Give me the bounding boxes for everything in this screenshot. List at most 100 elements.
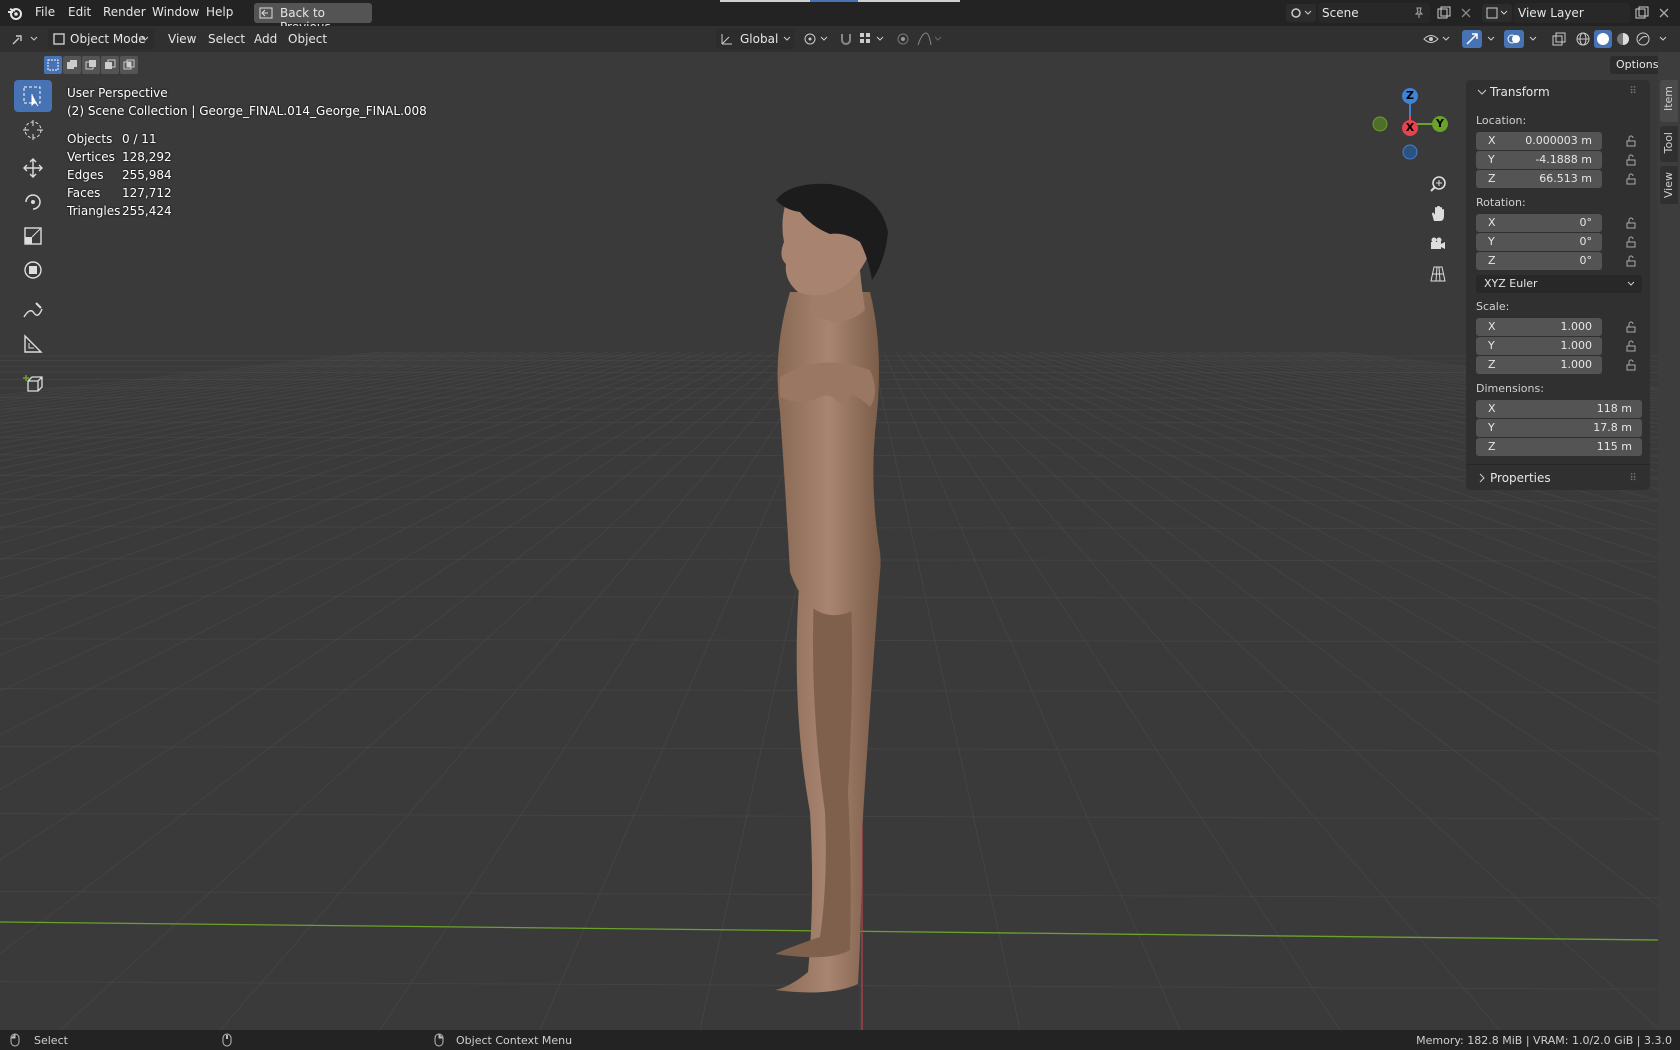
lock-icon[interactable] (1624, 339, 1638, 353)
scale-y-field[interactable]: Y 1.000 (1476, 337, 1602, 355)
move-tool[interactable] (14, 152, 52, 184)
shading-dropdown-icon[interactable] (1656, 30, 1670, 48)
menu-add[interactable]: Add (254, 32, 277, 46)
proportional-editing-icon[interactable] (894, 30, 912, 48)
overlays-toggle-icon[interactable] (1504, 30, 1524, 48)
dimensions-y-value: 17.8 m (1593, 421, 1632, 434)
navigation-gizmo[interactable]: Z Y X (1366, 86, 1448, 166)
drag-handle-icon[interactable]: ⠿ (1626, 84, 1640, 98)
tab-tool[interactable]: Tool (1660, 126, 1678, 162)
menu-window[interactable]: Window (152, 5, 199, 19)
location-y-field[interactable]: Y -4.1888 m (1476, 151, 1602, 169)
measure-tool[interactable] (14, 328, 52, 360)
menu-help[interactable]: Help (206, 5, 233, 19)
view-layer-field[interactable]: View Layer (1514, 3, 1630, 23)
rotate-tool[interactable] (14, 186, 52, 218)
select-new-icon[interactable] (44, 56, 62, 74)
menu-view[interactable]: View (168, 32, 196, 46)
select-intersect-icon[interactable] (120, 56, 138, 74)
gizmo-toggle-icon[interactable] (1462, 30, 1482, 48)
delete-scene-icon[interactable] (1458, 5, 1474, 21)
scale-z-field[interactable]: Z 1.000 (1476, 356, 1602, 374)
menu-file[interactable]: File (35, 5, 55, 19)
location-z-field[interactable]: Z 66.513 m (1476, 170, 1602, 188)
rotation-x-field[interactable]: X 0° (1476, 214, 1602, 232)
solid-shading-icon[interactable] (1594, 30, 1612, 48)
scene-name-field[interactable]: Scene (1318, 3, 1430, 23)
lock-icon[interactable] (1624, 235, 1638, 249)
rotation-y-field[interactable]: Y 0° (1476, 233, 1602, 251)
gizmo-z-axis[interactable]: Z (1402, 88, 1418, 104)
dimensions-y-field[interactable]: Y 17.8 m (1476, 419, 1642, 437)
rendered-shading-icon[interactable] (1634, 30, 1652, 48)
gizmo-x-axis[interactable]: X (1402, 120, 1418, 136)
select-invert-icon[interactable] (101, 56, 119, 74)
menu-edit[interactable]: Edit (68, 5, 91, 19)
menu-render[interactable]: Render (103, 5, 146, 19)
pin-icon[interactable] (1412, 6, 1426, 20)
scale-x-field[interactable]: X 1.000 (1476, 318, 1602, 336)
rotation-z-field[interactable]: Z 0° (1476, 252, 1602, 270)
tab-view[interactable]: View (1660, 166, 1678, 204)
scale-tool[interactable] (14, 220, 52, 252)
new-scene-icon[interactable] (1436, 5, 1452, 21)
tab-item[interactable]: Item (1660, 80, 1678, 122)
visibility-icon[interactable] (1422, 30, 1452, 48)
zoom-icon[interactable] (1426, 172, 1450, 196)
pivot-point-icon[interactable] (802, 30, 830, 48)
view-layer-browse-icon[interactable] (1482, 4, 1512, 22)
scene-browse-icon[interactable] (1286, 4, 1316, 22)
perspective-toggle-icon[interactable] (1426, 262, 1450, 286)
menu-object[interactable]: Object (288, 32, 327, 46)
delete-view-layer-icon[interactable] (1656, 5, 1672, 21)
rotation-mode-select[interactable]: XYZ Euler (1476, 275, 1642, 293)
lock-icon[interactable] (1624, 172, 1638, 186)
select-box-tool[interactable] (14, 80, 52, 112)
snap-target-icon[interactable] (858, 30, 886, 48)
annotate-tool[interactable] (14, 294, 52, 326)
select-subtract-icon[interactable] (82, 56, 100, 74)
cursor-tool[interactable] (14, 114, 52, 146)
3d-viewport[interactable]: Options User Perspective (2) Scene Colle… (0, 52, 1658, 1030)
transform-tool[interactable] (14, 254, 52, 286)
editor-type-icon[interactable] (10, 30, 40, 48)
view-layer-name: View Layer (1518, 6, 1584, 20)
pan-hand-icon[interactable] (1426, 202, 1450, 226)
transform-orientation-selector[interactable]: Global (716, 29, 794, 49)
falloff-icon[interactable] (916, 30, 944, 48)
material-preview-icon[interactable] (1614, 30, 1632, 48)
snap-icon[interactable] (836, 30, 856, 48)
camera-view-icon[interactable] (1426, 232, 1450, 256)
lock-icon[interactable] (1624, 320, 1638, 334)
gizmo-y-axis[interactable]: Y (1432, 116, 1448, 132)
options-dropdown[interactable]: Options (1610, 56, 1658, 74)
lock-icon[interactable] (1624, 153, 1638, 167)
gizmo-dropdown-icon[interactable] (1484, 30, 1498, 48)
xray-toggle-icon[interactable] (1550, 30, 1568, 48)
transform-panel-title[interactable]: Transform (1490, 85, 1550, 99)
dimensions-x-value: 118 m (1596, 402, 1632, 415)
overlays-dropdown-icon[interactable] (1526, 30, 1540, 48)
lock-icon[interactable] (1624, 216, 1638, 230)
lock-icon[interactable] (1624, 134, 1638, 148)
add-cube-tool[interactable] (14, 368, 52, 400)
properties-panel-title: Properties (1490, 471, 1551, 485)
lock-icon[interactable] (1624, 358, 1638, 372)
wireframe-shading-icon[interactable] (1574, 30, 1592, 48)
location-x-field[interactable]: X 0.000003 m (1476, 132, 1602, 150)
new-view-layer-icon[interactable] (1634, 5, 1650, 21)
active-workspace-tab[interactable] (810, 0, 858, 2)
drag-handle-icon[interactable]: ⠿ (1626, 471, 1640, 485)
blender-logo-icon[interactable] (6, 4, 24, 22)
select-extend-icon[interactable] (63, 56, 81, 74)
viewport-scene (0, 183, 1658, 1030)
back-to-previous-button[interactable]: Back to Previous (254, 3, 372, 34)
cursor-icon (23, 120, 43, 140)
chevron-down-icon[interactable] (1476, 86, 1488, 98)
properties-panel-header[interactable]: Properties ⠿ (1466, 464, 1650, 491)
dimensions-z-field[interactable]: Z 115 m (1476, 438, 1642, 456)
lock-icon[interactable] (1624, 254, 1638, 268)
menu-select[interactable]: Select (208, 32, 245, 46)
dimensions-x-field[interactable]: X 118 m (1476, 400, 1642, 418)
mode-selector[interactable]: Object Mode (48, 29, 154, 49)
